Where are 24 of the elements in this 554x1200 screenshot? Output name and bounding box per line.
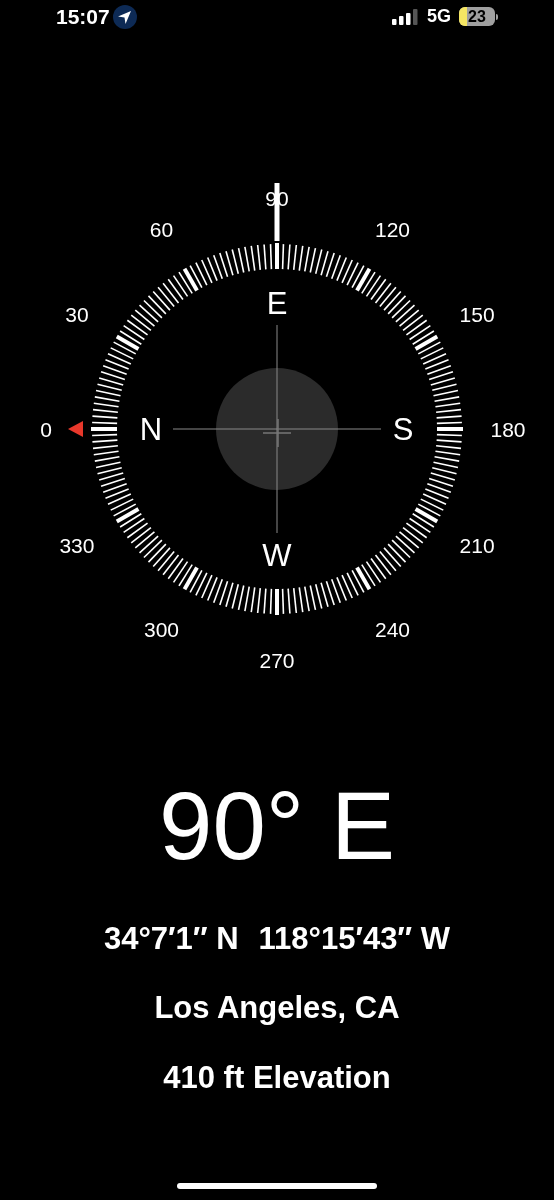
degree-label: 240 [375,618,410,640]
cardinal-direction: W [262,539,292,571]
degree-label: 300 [144,618,179,640]
cardinal-direction: E [266,287,288,319]
degree-label: 30 [65,303,89,324]
degree-label: 120 [375,218,410,240]
degree-label: 210 [459,534,495,555]
degree-label: 270 [259,649,295,671]
coordinate: 118°15′43″ W [258,920,451,958]
degree-label: 330 [59,534,95,555]
network-type: 5G [427,5,451,28]
battery-percentage: 23 [468,8,486,25]
heading-reading: 90° E [159,778,395,874]
signal-icon [392,8,419,25]
clock-time: 15:07 [56,3,110,30]
coordinate: 34°7′1″ N [103,920,239,958]
cardinal-direction: N [139,413,163,445]
degree-label: 0 [40,418,52,440]
degree-label: 180 [490,418,526,440]
degree-label: 60 [149,218,174,240]
cardinal-direction: S [392,413,414,445]
city-name: Los Angeles, CA [154,988,400,1027]
elevation: 410 ft Elevation [163,1059,391,1097]
degree-label: 150 [459,303,495,324]
